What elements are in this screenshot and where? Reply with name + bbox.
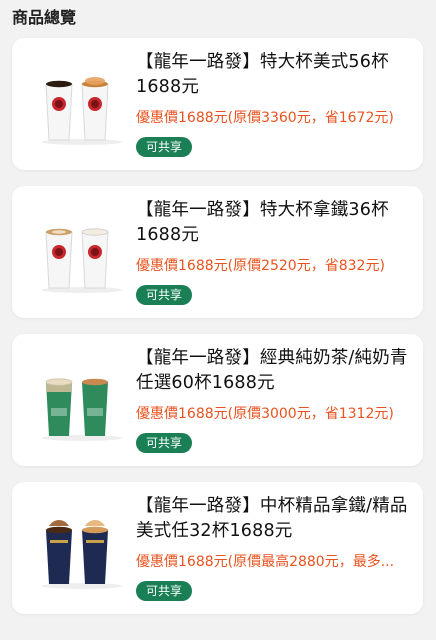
product-name: 【龍年一路發】中杯精品拿鐵/精品美式任32杯1688元 <box>136 496 408 541</box>
shareable-badge: 可共享 <box>136 433 193 453</box>
product-card[interactable]: 【龍年一路發】特大杯美式56杯1688元 優惠價1688元(原價3360元，省1… <box>12 38 423 170</box>
shareable-badge: 可共享 <box>136 137 193 157</box>
product-card[interactable]: 【龍年一路發】經典純奶茶/純奶青任選60杯1688元 優惠價1688元(原價30… <box>12 334 423 466</box>
shareable-badge: 可共享 <box>136 285 193 305</box>
product-price: 優惠價1688元(原價3000元，省1312元) <box>136 406 394 422</box>
product-name: 【龍年一路發】特大杯拿鐵36杯1688元 <box>136 200 389 245</box>
product-card[interactable]: 【龍年一路發】特大杯拿鐵36杯1688元 優惠價1688元(原價2520元，省8… <box>12 186 423 318</box>
coffee-cups-white-icon <box>42 77 122 145</box>
product-name: 【龍年一路發】特大杯美式56杯1688元 <box>136 52 389 97</box>
milk-tea-cups-green-icon <box>42 378 122 441</box>
section-title: 商品總覽 <box>12 8 77 27</box>
product-price: 優惠價1688元(原價3360元，省1672元) <box>136 110 394 126</box>
shareable-badge: 可共享 <box>136 581 193 601</box>
premium-cups-navy-icon <box>42 520 122 589</box>
latte-cups-white-icon <box>42 228 122 293</box>
product-price: 優惠價1688元(原價最高2880元，最多... <box>136 554 395 570</box>
product-name: 【龍年一路發】經典純奶茶/純奶青任選60杯1688元 <box>136 348 408 393</box>
product-price: 優惠價1688元(原價2520元，省832元) <box>136 258 385 274</box>
product-card[interactable]: 【龍年一路發】中杯精品拿鐵/精品美式任32杯1688元 優惠價1688元(原價最… <box>12 482 423 614</box>
